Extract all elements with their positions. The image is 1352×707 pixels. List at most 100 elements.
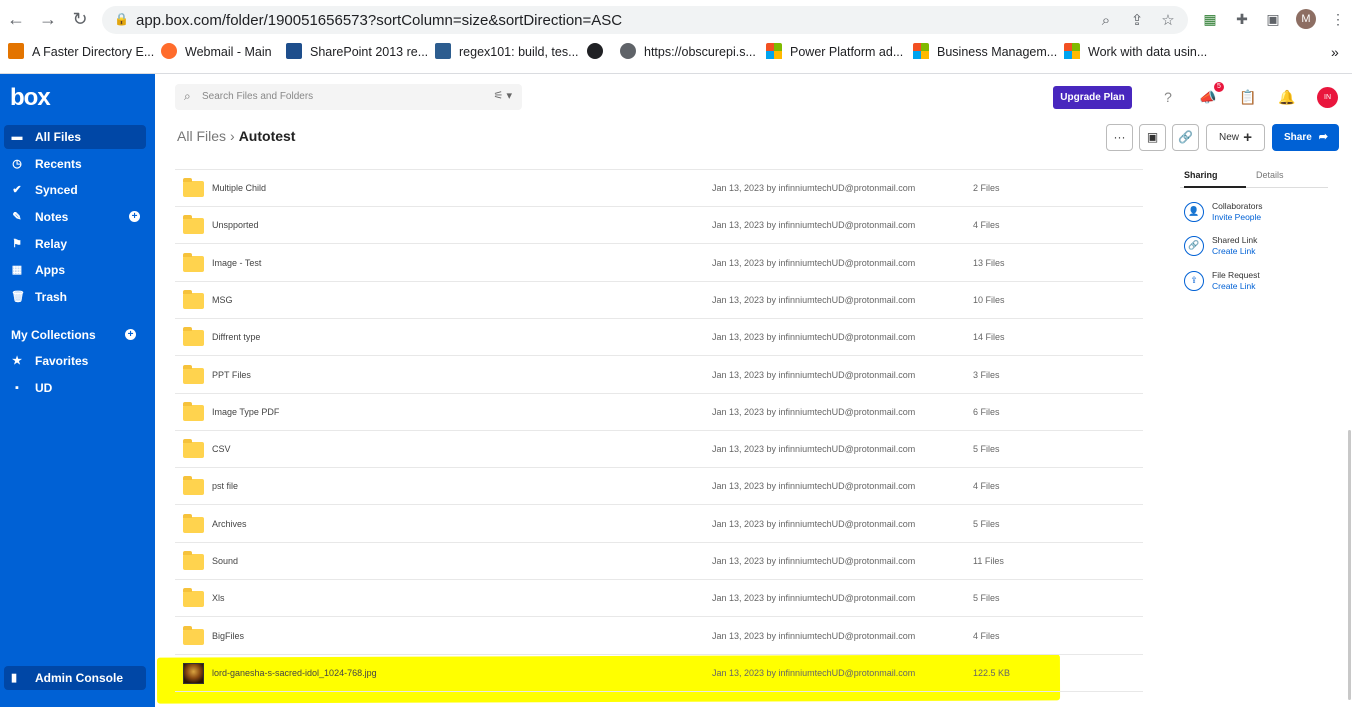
table-row[interactable]: Sound Jan 13, 2023 by infinniumtechUD@pro… xyxy=(175,543,1143,580)
file-name[interactable]: CSV xyxy=(212,444,231,454)
sidebar-item-notes[interactable]: ✎ Notes + xyxy=(4,205,146,229)
sidebar-item-favorites[interactable]: ★ Favorites xyxy=(4,349,146,373)
bell-icon[interactable]: 🔔 xyxy=(1278,88,1296,106)
folder-icon xyxy=(183,252,204,272)
extensions-icon[interactable]: ✚ xyxy=(1232,9,1252,29)
tasks-icon[interactable]: 📋 xyxy=(1239,88,1257,106)
new-button[interactable]: New + xyxy=(1206,124,1265,151)
url-text[interactable]: app.box.com/folder/190051656573?sortColu… xyxy=(136,12,622,29)
tab-sharing[interactable]: Sharing xyxy=(1184,170,1218,180)
share-page-icon[interactable]: ⇪ xyxy=(1128,12,1146,30)
add-collection-button[interactable]: + xyxy=(120,323,140,347)
user-avatar[interactable]: IN xyxy=(1317,87,1338,108)
zoom-icon[interactable]: ⌕ xyxy=(1097,12,1115,30)
folder-icon xyxy=(183,551,204,570)
collaborators-item[interactable]: 👤 Collaborators Invite People xyxy=(1184,200,1334,224)
file-name[interactable]: PPT Files xyxy=(212,370,251,380)
file-name[interactable]: Xls xyxy=(212,593,225,603)
image-thumbnail-icon xyxy=(183,662,204,684)
file-size: 11 Files xyxy=(973,556,1004,566)
folder-icon xyxy=(183,625,204,645)
star-icon[interactable]: ☆ xyxy=(1159,12,1177,30)
file-name[interactable]: Unspported xyxy=(212,220,259,230)
file-name[interactable]: Diffrent type xyxy=(212,332,260,342)
notifications-megaphone-icon[interactable]: 📣 xyxy=(1199,88,1217,106)
table-row[interactable]: pst file Jan 13, 2023 by infinniumtechUD@… xyxy=(175,468,1143,506)
bookmark-item[interactable]: regex101: build, tes... xyxy=(435,43,579,61)
create-file-request-link[interactable]: Create Link xyxy=(1212,281,1255,291)
address-bar[interactable]: 🔒 app.box.com/folder/190051656573?sortCo… xyxy=(102,6,1188,34)
file-name[interactable]: lord-ganesha-s-sacred-idol_1024-768.jpg xyxy=(212,668,377,678)
bookmark-icon xyxy=(161,43,177,59)
bookmark-item[interactable]: Power Platform ad... xyxy=(766,43,903,61)
sidebar-item-synced[interactable]: ✔ Synced xyxy=(4,178,146,202)
table-row[interactable]: BigFiles Jan 13, 2023 by infinniumtechUD@… xyxy=(175,618,1143,655)
table-row[interactable]: Archives Jan 13, 2023 by infinniumtechUD@… xyxy=(175,506,1143,543)
upgrade-plan-button[interactable]: Upgrade Plan xyxy=(1053,86,1132,109)
bookmark-item[interactable]: A Faster Directory E... xyxy=(8,43,154,61)
table-row[interactable]: Xls Jan 13, 2023 by infinniumtechUD@proto… xyxy=(175,580,1143,618)
file-name[interactable]: Archives xyxy=(212,519,247,529)
bookmark-item[interactable]: SharePoint 2013 re... xyxy=(286,43,428,61)
file-request-item[interactable]: ⇪ File Request Create Link xyxy=(1184,269,1334,293)
side-panel-icon[interactable]: ▣ xyxy=(1263,9,1283,29)
breadcrumb-root[interactable]: All Files xyxy=(177,128,226,144)
scrollbar[interactable] xyxy=(1348,430,1351,700)
add-note-icon[interactable]: + xyxy=(129,211,140,222)
bookmark-item[interactable]: Work with data usin... xyxy=(1064,43,1207,61)
sidebar-item-all-files[interactable]: ▬ All Files xyxy=(4,125,146,149)
table-row[interactable]: MSG Jan 13, 2023 by infinniumtechUD@proto… xyxy=(175,282,1143,319)
file-name[interactable]: Sound xyxy=(212,556,238,566)
table-row[interactable]: Image - Test Jan 13, 2023 by infinniumtec… xyxy=(175,245,1143,282)
admin-console-button[interactable]: ▮ Admin Console xyxy=(4,666,146,690)
bookmark-item[interactable] xyxy=(587,43,611,61)
file-modified: Jan 13, 2023 by infinniumtechUD@protonma… xyxy=(712,630,916,641)
bookmark-item[interactable]: https://obscurepi.s... xyxy=(620,43,756,61)
table-row[interactable]: Unspported Jan 13, 2023 by infinniumtechU… xyxy=(175,207,1143,245)
invite-people-link[interactable]: Invite People xyxy=(1212,212,1261,222)
bookmarks-overflow[interactable]: » xyxy=(1331,43,1339,61)
relay-icon: ⚑ xyxy=(12,238,22,250)
table-row[interactable]: lord-ganesha-s-sacred-idol_1024-768.jpg J… xyxy=(175,655,1143,692)
file-name[interactable]: Multiple Child xyxy=(212,183,266,193)
bookmark-item[interactable]: Webmail - Main xyxy=(161,43,272,61)
help-icon[interactable]: ? xyxy=(1159,88,1177,106)
file-name[interactable]: Image Type PDF xyxy=(212,407,279,417)
bookmark-item[interactable]: Business Managem... xyxy=(913,43,1057,61)
menu-icon[interactable]: ⋮ xyxy=(1328,9,1348,29)
box-logo[interactable]: box xyxy=(10,84,51,112)
back-icon[interactable]: ← xyxy=(5,8,27,30)
table-row[interactable]: Image Type PDF Jan 13, 2023 by infinniumt… xyxy=(175,394,1143,431)
file-name[interactable]: pst file xyxy=(212,481,238,491)
microsoft-icon xyxy=(1064,43,1080,59)
box-notes-button[interactable]: ▣ xyxy=(1139,124,1166,151)
table-row[interactable]: PPT Files Jan 13, 2023 by infinniumtechUD… xyxy=(175,357,1143,394)
file-name[interactable]: MSG xyxy=(212,295,233,305)
search-input[interactable]: ⌕ Search Files and Folders ⚟ ▾ xyxy=(175,84,522,110)
search-filter-icon[interactable]: ⚟ ▾ xyxy=(494,89,512,102)
file-size: 2 Files xyxy=(973,183,1000,193)
file-name[interactable]: Image - Test xyxy=(212,258,261,268)
sidebar-item-recents[interactable]: ◷ Recents xyxy=(4,152,146,176)
file-modified: Jan 13, 2023 by infinniumtechUD@protonma… xyxy=(712,257,916,268)
plus-icon: + xyxy=(125,329,136,340)
file-name[interactable]: BigFiles xyxy=(212,631,244,641)
more-options-button[interactable]: ··· xyxy=(1106,124,1133,151)
table-row[interactable]: Diffrent type Jan 13, 2023 by infinniumte… xyxy=(175,319,1143,357)
table-row[interactable]: Multiple Child Jan 13, 2023 by infinniumt… xyxy=(175,170,1143,207)
create-shared-link[interactable]: Create Link xyxy=(1212,246,1255,256)
forward-icon[interactable]: → xyxy=(37,8,59,30)
reload-icon[interactable]: ↻ xyxy=(69,8,91,30)
share-button[interactable]: Share ➦ xyxy=(1272,124,1339,151)
sidebar-item-relay[interactable]: ⚑ Relay xyxy=(4,232,146,256)
shared-link-item[interactable]: 🔗 Shared Link Create Link xyxy=(1184,234,1334,258)
sidebar-item-trash[interactable]: 🗑 Trash xyxy=(4,285,146,309)
table-row[interactable]: CSV Jan 13, 2023 by infinniumtechUD@proto… xyxy=(175,431,1143,469)
profile-avatar[interactable]: M xyxy=(1296,9,1316,29)
sheets-extension-icon[interactable]: ▦ xyxy=(1200,9,1220,29)
sidebar-item-apps[interactable]: ▦ Apps xyxy=(4,258,146,282)
sidebar-item-ud[interactable]: ▪ UD xyxy=(4,376,146,400)
tab-details[interactable]: Details xyxy=(1256,170,1284,180)
copy-link-button[interactable]: 🔗 xyxy=(1172,124,1199,151)
github-icon xyxy=(587,43,603,59)
